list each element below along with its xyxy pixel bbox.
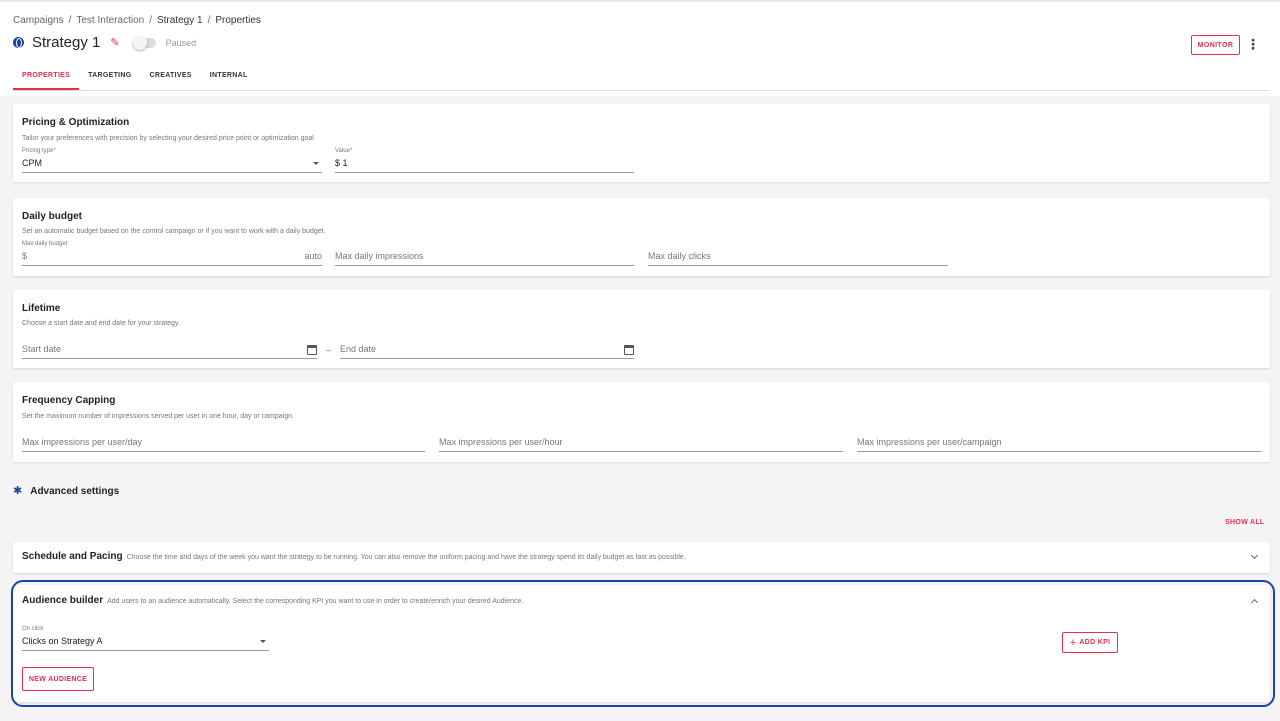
breadcrumb-properties: Properties — [215, 15, 261, 26]
tab-targeting[interactable]: TARGETING — [79, 66, 140, 90]
title-row: Strategy 1 ✎ Paused — [13, 34, 196, 51]
max-impressions-campaign-input[interactable]: Max impressions per user/campaign — [857, 436, 1261, 452]
pricing-value-label: Value* — [335, 148, 353, 154]
pricing-type-select[interactable]: Pricing type* CPM — [22, 148, 322, 173]
show-all-button[interactable]: SHOW ALL — [1225, 519, 1264, 526]
add-kpi-button[interactable]: + ADD KPI — [1062, 632, 1118, 653]
max-impressions-hour-input[interactable]: Max impressions per user/hour — [439, 436, 843, 452]
chevron-down-icon[interactable] — [1250, 551, 1259, 560]
lifetime-description: Choose a start date and end date for you… — [22, 320, 180, 327]
pricing-title: Pricing & Optimization — [22, 117, 130, 128]
breadcrumb-campaigns[interactable]: Campaigns — [13, 15, 64, 26]
new-audience-button[interactable]: NEW AUDIENCE — [22, 667, 94, 691]
audience-builder-header: Audience builder Add users to an audience… — [22, 595, 523, 606]
tab-properties[interactable]: PROPERTIES — [13, 66, 80, 90]
monitor-button[interactable]: MONITOR — [1191, 35, 1240, 55]
page-title: Strategy 1 — [32, 34, 101, 51]
status-label: Paused — [165, 37, 197, 48]
gear-icon: ✱ — [13, 485, 23, 497]
frequency-capping-title: Frequency Capping — [22, 395, 116, 406]
lifetime-card: Lifetime Choose a start date and end dat… — [13, 290, 1270, 368]
chevron-down-icon — [260, 640, 266, 643]
calendar-icon[interactable] — [624, 345, 634, 355]
lifetime-title: Lifetime — [22, 303, 61, 314]
pricing-description: Tailor your preferences with precision b… — [22, 135, 314, 142]
add-kpi-label: ADD KPI — [1079, 639, 1111, 646]
breadcrumb-test-interaction[interactable]: Test Interaction — [76, 15, 144, 26]
max-impressions-day-input[interactable]: Max impressions per user/day — [22, 436, 425, 452]
max-daily-clicks-input[interactable]: Max daily clicks — [648, 251, 948, 266]
pricing-type-label: Pricing type* — [22, 148, 56, 154]
pricing-value-input[interactable]: Value* $ 1 — [335, 148, 634, 173]
max-daily-clicks-placeholder: Max daily clicks — [648, 251, 711, 261]
pricing-card: Pricing & Optimization Tailor your prefe… — [13, 104, 1270, 182]
on-click-value: Clicks on Strategy A — [22, 636, 103, 646]
currency-prefix: $ — [22, 251, 28, 261]
max-daily-impressions-placeholder: Max daily impressions — [335, 251, 424, 261]
globe-icon — [13, 37, 24, 48]
breadcrumb: Campaigns / Test Interaction / Strategy … — [13, 15, 261, 26]
top-header: Campaigns / Test Interaction / Strategy … — [0, 0, 1280, 96]
max-daily-budget-label: Max daily budget — [22, 241, 68, 247]
start-date-input[interactable]: Start date — [22, 343, 317, 359]
schedule-pacing-title: Schedule and Pacing — [22, 551, 123, 562]
breadcrumb-separator: / — [207, 15, 211, 26]
pricing-value: $ 1 — [335, 158, 348, 168]
on-click-label: On click — [22, 626, 44, 632]
new-audience-label: NEW AUDIENCE — [28, 675, 88, 683]
pencil-icon[interactable]: ✎ — [110, 36, 119, 49]
chevron-down-icon — [313, 162, 319, 165]
max-impressions-hour-placeholder: Max impressions per user/hour — [439, 437, 563, 447]
daily-budget-card: Daily budget Set an automatic budget bas… — [13, 198, 1270, 276]
audience-builder-title: Audience builder — [22, 595, 104, 606]
breadcrumb-separator: / — [149, 15, 152, 26]
plus-icon: + — [1069, 636, 1077, 649]
frequency-capping-description: Set the maximum number of impressions se… — [22, 413, 294, 420]
schedule-pacing-description: Choose the time and days of the week you… — [126, 554, 686, 561]
on-click-select[interactable]: On click Clicks on Strategy A — [22, 626, 269, 651]
max-daily-budget-input[interactable]: Max daily budget $ auto — [22, 241, 322, 266]
audience-builder-description: Add users to an audience automatically. … — [107, 598, 524, 605]
breadcrumb-strategy[interactable]: Strategy 1 — [157, 15, 203, 26]
advanced-settings-header: ✱ Advanced settings — [13, 485, 120, 498]
schedule-pacing-accordion[interactable]: Schedule and Pacing Choose the time and d… — [13, 542, 1270, 573]
daily-budget-description: Set an automatic budget based on the con… — [22, 228, 326, 235]
tab-creatives[interactable]: CREATIVES — [141, 66, 201, 90]
max-impressions-campaign-placeholder: Max impressions per user/campaign — [857, 437, 1002, 447]
status-toggle[interactable] — [132, 35, 156, 50]
auto-suffix: auto — [304, 251, 322, 261]
frequency-capping-card: Frequency Capping Set the maximum number… — [13, 382, 1270, 462]
daily-budget-title: Daily budget — [22, 211, 83, 222]
max-impressions-day-placeholder: Max impressions per user/day — [22, 437, 143, 447]
max-daily-impressions-input[interactable]: Max daily impressions — [335, 251, 634, 266]
tab-internal[interactable]: INTERNAL — [201, 66, 257, 90]
tab-bar: PROPERTIES TARGETING CREATIVES INTERNAL — [13, 66, 1270, 91]
chevron-up-icon[interactable] — [1250, 598, 1259, 607]
date-range-separator: – — [326, 345, 332, 355]
end-date-input[interactable]: End date — [340, 343, 634, 359]
pricing-type-value: CPM — [22, 158, 42, 168]
start-date-placeholder: Start date — [22, 344, 62, 354]
audience-builder-accordion: Audience builder Add users to an audience… — [13, 585, 1270, 702]
more-vertical-icon[interactable]: ⋮ — [1246, 37, 1260, 51]
end-date-placeholder: End date — [340, 344, 377, 354]
breadcrumb-separator: / — [68, 15, 72, 26]
calendar-icon[interactable] — [307, 345, 317, 355]
schedule-pacing-header: Schedule and Pacing Choose the time and d… — [22, 551, 686, 562]
advanced-settings-title: Advanced settings — [30, 486, 120, 497]
